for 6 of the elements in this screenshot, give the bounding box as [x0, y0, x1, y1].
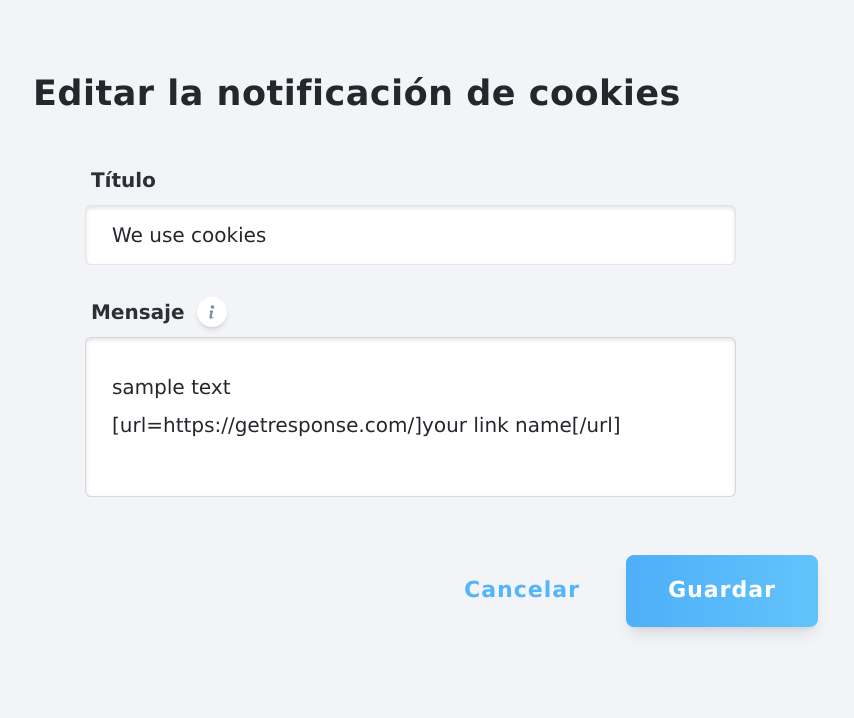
field-label: Mensaje — [91, 298, 185, 326]
dialog-title: Editar la notificación de cookies — [32, 73, 682, 116]
field-label: Título — [91, 166, 156, 194]
message-textarea[interactable]: sample text [url=https://getresponse.com/]your link name[/url] — [85, 336, 736, 496]
info-icon[interactable] — [196, 296, 227, 326]
title-input[interactable]: We use cookies — [85, 204, 736, 264]
